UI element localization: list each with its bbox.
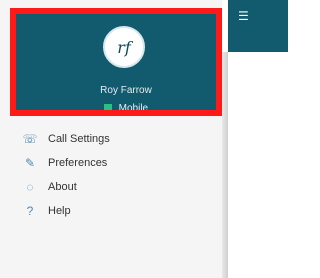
- menu-item-help[interactable]: ? Help: [0, 199, 222, 223]
- menu-item-label: Call Settings: [48, 133, 110, 145]
- menu-item-preferences[interactable]: ✎ Preferences: [0, 151, 222, 175]
- menu-item-label: Help: [48, 205, 71, 217]
- page: ☰ rf Roy Farrow Mobile ☏ Call Settings ✎…: [0, 0, 288, 278]
- phone-settings-icon: ☏: [22, 132, 38, 146]
- help-icon: ?: [26, 204, 34, 218]
- menu-item-label: Preferences: [48, 157, 108, 169]
- top-app-bar: [228, 0, 288, 52]
- header-highlight-frame: [10, 8, 222, 116]
- drawer-menu: ☏ Call Settings ✎ Preferences ◌ About ? …: [0, 127, 222, 223]
- content-area: [228, 52, 288, 278]
- preferences-icon: ✎: [24, 156, 36, 170]
- menu-item-label: About: [48, 181, 77, 193]
- info-icon: ◌: [26, 180, 34, 194]
- list-icon[interactable]: ☰: [238, 10, 252, 22]
- menu-item-about[interactable]: ◌ About: [0, 175, 222, 199]
- menu-item-call-settings[interactable]: ☏ Call Settings: [0, 127, 222, 151]
